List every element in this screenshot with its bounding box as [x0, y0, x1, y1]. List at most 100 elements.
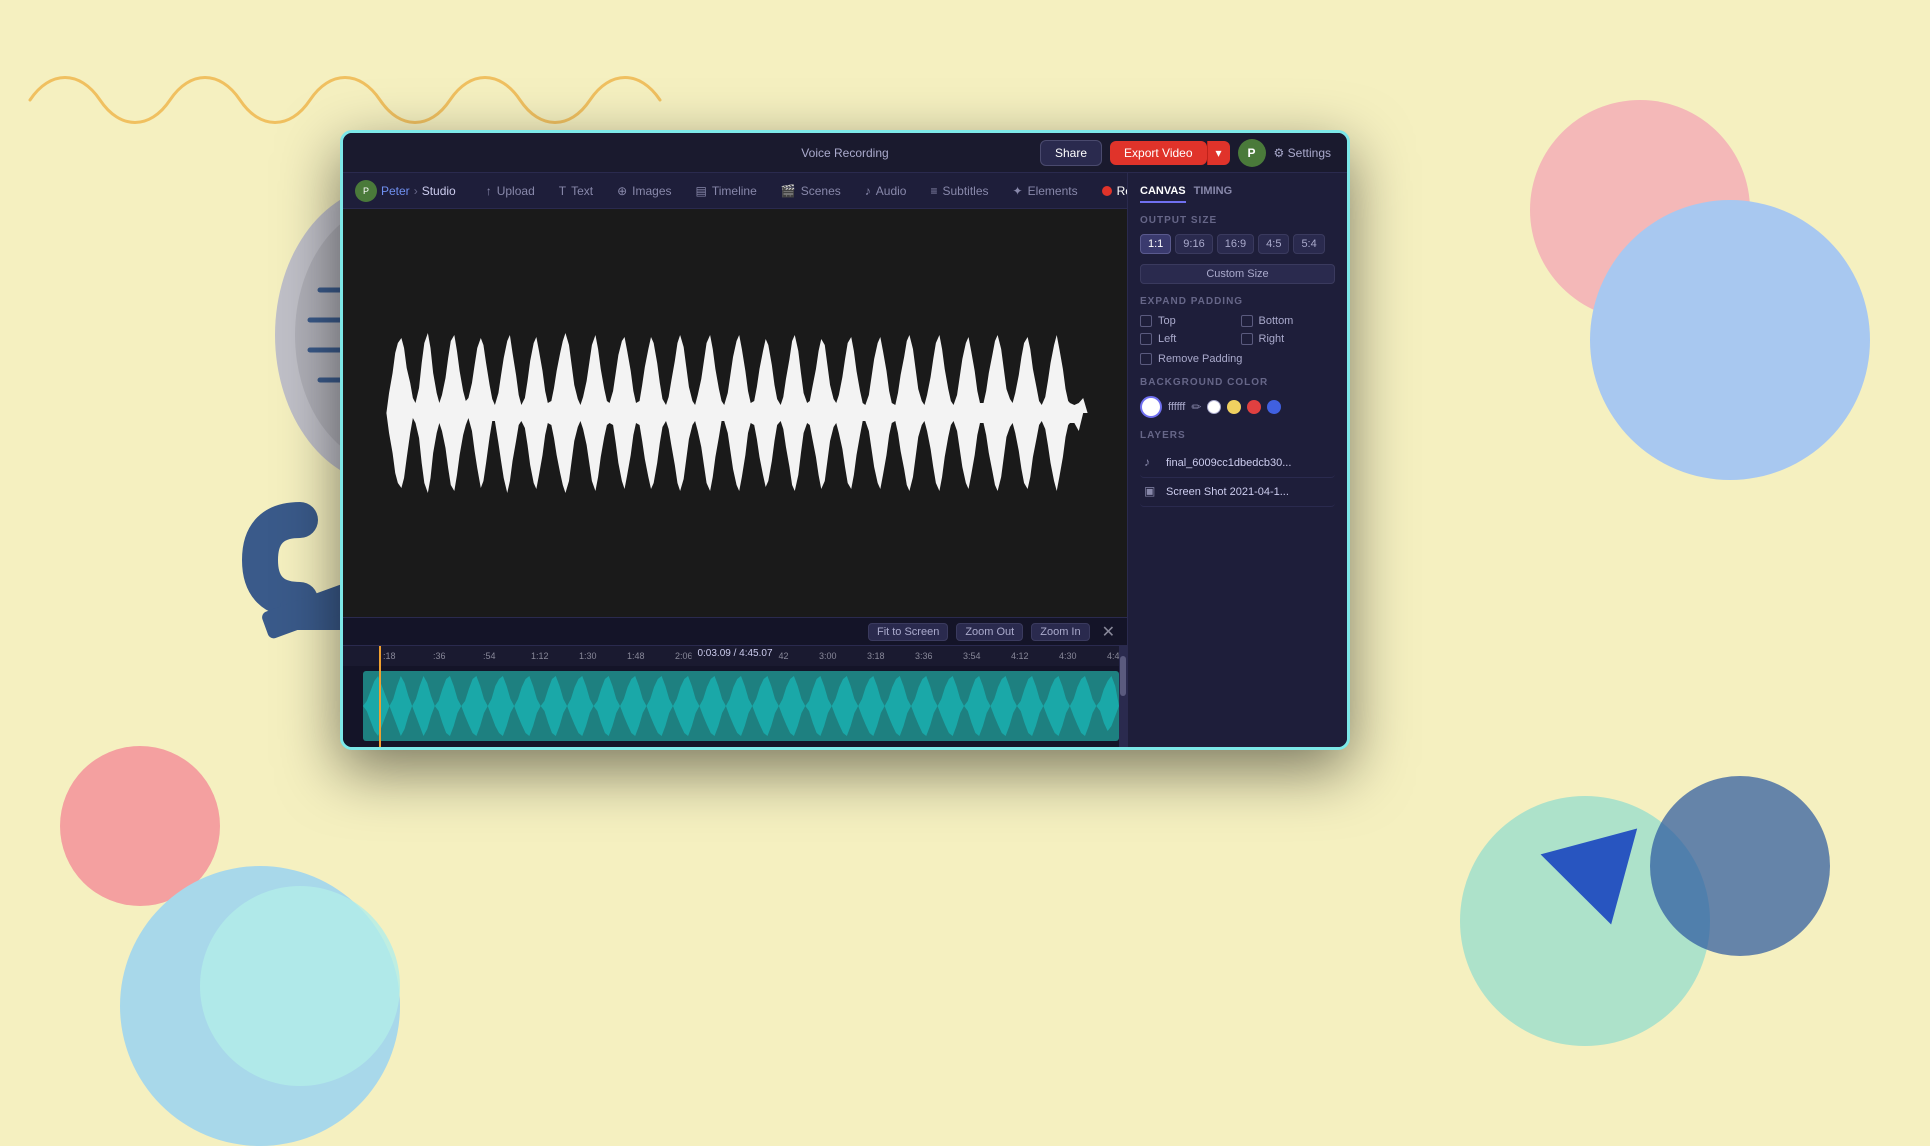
padding-right-checkbox[interactable]	[1241, 333, 1253, 345]
output-size-options: 1:1 9:16 16:9 4:5 5:4	[1140, 234, 1335, 254]
nav-timeline[interactable]: ▤ Timeline	[686, 180, 767, 202]
breadcrumb-separator: ›	[414, 184, 418, 198]
layer-screenshot-name: Screen Shot 2021-04-1...	[1166, 486, 1331, 498]
fit-to-screen-button[interactable]: Fit to Screen	[868, 623, 948, 641]
padding-left[interactable]: Left	[1140, 333, 1235, 345]
time-marker-4: 1:30	[579, 651, 597, 661]
user-avatar: P	[1238, 139, 1266, 167]
nav-text-label: Text	[571, 184, 593, 198]
canvas-area	[343, 209, 1127, 617]
size-4-5[interactable]: 4:5	[1258, 234, 1289, 254]
subtitles-icon: ≡	[930, 184, 937, 198]
timeline-scrollbar[interactable]	[1119, 646, 1127, 747]
padding-top[interactable]: Top	[1140, 315, 1235, 327]
color-dot-white[interactable]	[1207, 400, 1221, 414]
nav-timeline-label: Timeline	[712, 184, 757, 198]
elements-icon: ✦	[1013, 184, 1023, 198]
tab-canvas[interactable]: CANVAS	[1140, 185, 1186, 203]
layer-audio-icon: ♪	[1144, 455, 1160, 471]
color-dot-blue[interactable]	[1267, 400, 1281, 414]
bg-circle-blue-bottom-right	[1650, 776, 1830, 956]
top-bar: Voice Recording Share Export Video ▾ P ⚙…	[343, 133, 1347, 173]
padding-options: Top Bottom Left Right	[1140, 315, 1335, 345]
time-marker-3: 1:12	[531, 651, 549, 661]
settings-link[interactable]: ⚙ Settings	[1274, 146, 1331, 160]
nav-subtitles[interactable]: ≡ Subtitles	[920, 180, 998, 202]
record-icon	[1102, 186, 1112, 196]
breadcrumb: P Peter › Studio	[355, 180, 456, 202]
timeline-position: 0:03.09 / 4:45.07	[691, 646, 778, 661]
color-swatch-primary[interactable]	[1140, 396, 1162, 418]
timeline-track[interactable]	[343, 666, 1127, 746]
nav-text[interactable]: T Text	[549, 180, 603, 202]
images-icon: ⊕	[617, 184, 627, 198]
output-size-title: OUTPUT SIZE	[1140, 215, 1335, 226]
time-marker-14: 4:30	[1059, 651, 1077, 661]
time-marker-6: 2:06	[675, 651, 693, 661]
size-1-1[interactable]: 1:1	[1140, 234, 1171, 254]
export-video-button[interactable]: Export Video	[1110, 141, 1207, 165]
layer-item-audio[interactable]: ♪ final_6009cc1dbedcb30...	[1140, 449, 1335, 478]
color-edit-icon[interactable]: ✏	[1191, 400, 1201, 414]
nav-elements-label: Elements	[1028, 184, 1078, 198]
expand-padding-title: EXPAND PADDING	[1140, 296, 1335, 307]
time-marker-10: 3:18	[867, 651, 885, 661]
zoom-in-button[interactable]: Zoom In	[1031, 623, 1089, 641]
nav-elements[interactable]: ✦ Elements	[1003, 180, 1088, 202]
color-dot-yellow[interactable]	[1227, 400, 1241, 414]
size-5-4[interactable]: 5:4	[1293, 234, 1324, 254]
padding-left-checkbox[interactable]	[1140, 333, 1152, 345]
share-button[interactable]: Share	[1040, 140, 1102, 166]
nav-user-link[interactable]: Peter	[381, 184, 410, 198]
nav-scenes[interactable]: 🎬 Scenes	[771, 180, 851, 202]
color-hex-value: ffffff	[1168, 401, 1185, 413]
bg-circle-blue-right	[1590, 200, 1870, 480]
voice-recording-title: Voice Recording	[801, 146, 888, 160]
zoom-out-button[interactable]: Zoom Out	[956, 623, 1023, 641]
custom-size-button[interactable]: Custom Size	[1140, 264, 1335, 284]
layer-audio-name: final_6009cc1dbedcb30...	[1166, 457, 1331, 469]
time-marker-0: :18	[383, 651, 396, 661]
timeline-area: Fit to Screen Zoom Out Zoom In ✕ :18 :36…	[343, 617, 1127, 747]
panel-tabs: CANVAS TIMING	[1140, 185, 1335, 203]
nav-subtitles-label: Subtitles	[942, 184, 988, 198]
time-marker-5: 1:48	[627, 651, 645, 661]
top-bar-actions: Share Export Video ▾ P ⚙ Settings	[1040, 139, 1331, 167]
remove-padding-checkbox[interactable]	[1140, 353, 1152, 365]
nav-audio-label: Audio	[876, 184, 907, 198]
remove-padding-label: Remove Padding	[1158, 353, 1242, 365]
color-dot-red[interactable]	[1247, 400, 1261, 414]
nav-images[interactable]: ⊕ Images	[607, 180, 681, 202]
waveform-container	[382, 323, 1088, 503]
remove-padding-item[interactable]: Remove Padding	[1140, 353, 1335, 365]
nav-upload-label: Upload	[497, 184, 535, 198]
time-marker-11: 3:36	[915, 651, 933, 661]
layer-screenshot-icon: ▣	[1144, 484, 1160, 500]
size-16-9[interactable]: 16:9	[1217, 234, 1254, 254]
layer-item-screenshot[interactable]: ▣ Screen Shot 2021-04-1...	[1140, 478, 1335, 507]
padding-bottom[interactable]: Bottom	[1241, 315, 1336, 327]
padding-left-label: Left	[1158, 333, 1176, 345]
tab-timing[interactable]: TIMING	[1194, 185, 1233, 203]
timeline-close-button[interactable]: ✕	[1098, 622, 1119, 642]
export-dropdown-button[interactable]: ▾	[1207, 141, 1230, 165]
scenes-icon: 🎬	[781, 184, 796, 198]
time-marker-2: :54	[483, 651, 496, 661]
size-9-16[interactable]: 9:16	[1175, 234, 1212, 254]
padding-right[interactable]: Right	[1241, 333, 1336, 345]
nav-upload[interactable]: ↑ Upload	[476, 180, 545, 202]
timeline-icon: ▤	[696, 184, 707, 198]
padding-bottom-label: Bottom	[1259, 315, 1294, 327]
timeline-scrollbar-thumb[interactable]	[1120, 656, 1126, 696]
right-panel: CANVAS TIMING OUTPUT SIZE 1:1 9:16 16:9 …	[1127, 173, 1347, 747]
nav-audio[interactable]: ♪ Audio	[855, 180, 917, 202]
padding-bottom-checkbox[interactable]	[1241, 315, 1253, 327]
bg-circle-teal	[200, 886, 400, 1086]
nav-studio-label: Studio	[422, 184, 456, 198]
nav-user-avatar: P	[355, 180, 377, 202]
nav-images-label: Images	[632, 184, 671, 198]
padding-top-checkbox[interactable]	[1140, 315, 1152, 327]
nav-scenes-label: Scenes	[801, 184, 841, 198]
timeline-playhead[interactable]	[379, 646, 381, 747]
time-marker-9: 3:00	[819, 651, 837, 661]
